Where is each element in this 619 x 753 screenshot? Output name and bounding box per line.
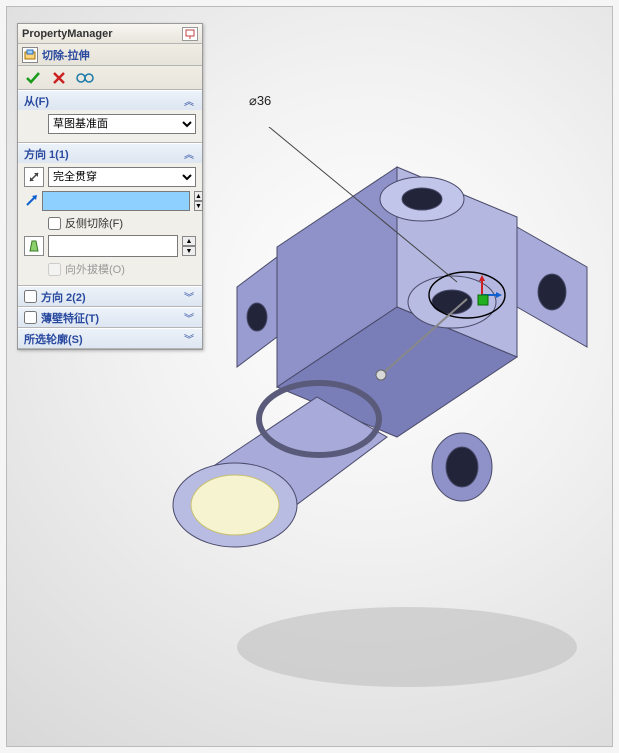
cancel-button[interactable]	[50, 69, 68, 87]
section-thin-label: 薄壁特征(T)	[41, 310, 99, 326]
direction-spinner: ▲ ▼	[194, 191, 203, 211]
section-from: 从(F) ︽ 草图基准面	[18, 90, 202, 143]
section-direction1-label: 方向 1(1)	[24, 146, 69, 162]
section-thin-header[interactable]: 薄壁特征(T) ︾	[18, 307, 202, 327]
direction-vector-field[interactable]	[42, 191, 190, 211]
thin-feature-enable-checkbox[interactable]	[24, 311, 37, 324]
draft-spinner: ▲ ▼	[182, 236, 196, 256]
section-direction1: 方向 1(1) ︽ 完全贯穿	[18, 143, 202, 286]
flip-side-checkbox[interactable]	[48, 217, 61, 230]
detailed-preview-button[interactable]	[76, 69, 94, 87]
property-manager-panel: PropertyManager 切除-拉伸	[17, 23, 203, 350]
model-preview	[157, 127, 597, 697]
chevron-down-icon: ︾	[182, 332, 196, 346]
feature-name: 切除-拉伸	[42, 47, 90, 63]
section-direction2-label: 方向 2(2)	[41, 289, 86, 305]
section-contours-header[interactable]: 所选轮廓(S) ︾	[18, 328, 202, 348]
spin-down-button[interactable]: ▼	[182, 246, 196, 256]
draft-outward-checkbox	[48, 263, 61, 276]
section-selected-contours: 所选轮廓(S) ︾	[18, 328, 202, 349]
flip-side-checkbox-row[interactable]: 反侧切除(F)	[24, 215, 196, 231]
section-thin-feature: 薄壁特征(T) ︾	[18, 307, 202, 328]
pm-titlebar: PropertyManager	[18, 24, 202, 44]
pin-button[interactable]	[182, 27, 198, 41]
dimension-label[interactable]: ⌀36	[249, 93, 271, 109]
cut-extrude-icon	[22, 47, 38, 63]
graphics-viewport[interactable]: ⌀36 PropertyManager 切除-拉伸	[6, 6, 613, 747]
chevron-down-icon: ︾	[182, 311, 196, 325]
chevron-up-icon: ︽	[182, 94, 196, 108]
from-condition-select[interactable]: 草图基准面	[48, 114, 196, 134]
section-contours-label: 所选轮廓(S)	[24, 331, 83, 347]
action-row	[18, 66, 202, 90]
reverse-direction-button[interactable]	[24, 167, 44, 187]
draft-outward-label: 向外拔模(O)	[65, 261, 125, 277]
section-direction2-header[interactable]: 方向 2(2) ︾	[18, 286, 202, 306]
spin-up-button[interactable]: ▲	[182, 236, 196, 246]
end-condition-select[interactable]: 完全贯穿	[48, 167, 196, 187]
spin-down-button[interactable]: ▼	[194, 201, 203, 211]
feature-header: 切除-拉伸	[18, 44, 202, 66]
section-from-header[interactable]: 从(F) ︽	[18, 90, 202, 110]
flip-side-label: 反侧切除(F)	[65, 215, 123, 231]
direction-arrow-icon	[24, 191, 38, 211]
draft-outward-checkbox-row: 向外拔模(O)	[24, 261, 196, 277]
spin-up-button[interactable]: ▲	[194, 191, 203, 201]
direction2-enable-checkbox[interactable]	[24, 290, 37, 303]
section-from-label: 从(F)	[24, 93, 49, 109]
pm-title-text: PropertyManager	[22, 24, 112, 44]
section-direction2: 方向 2(2) ︾	[18, 286, 202, 307]
ok-button[interactable]	[24, 69, 42, 87]
section-direction1-header[interactable]: 方向 1(1) ︽	[18, 143, 202, 163]
chevron-down-icon: ︾	[182, 290, 196, 304]
draft-angle-field[interactable]	[48, 235, 178, 257]
chevron-up-icon: ︽	[182, 147, 196, 161]
draft-icon[interactable]	[24, 236, 44, 256]
